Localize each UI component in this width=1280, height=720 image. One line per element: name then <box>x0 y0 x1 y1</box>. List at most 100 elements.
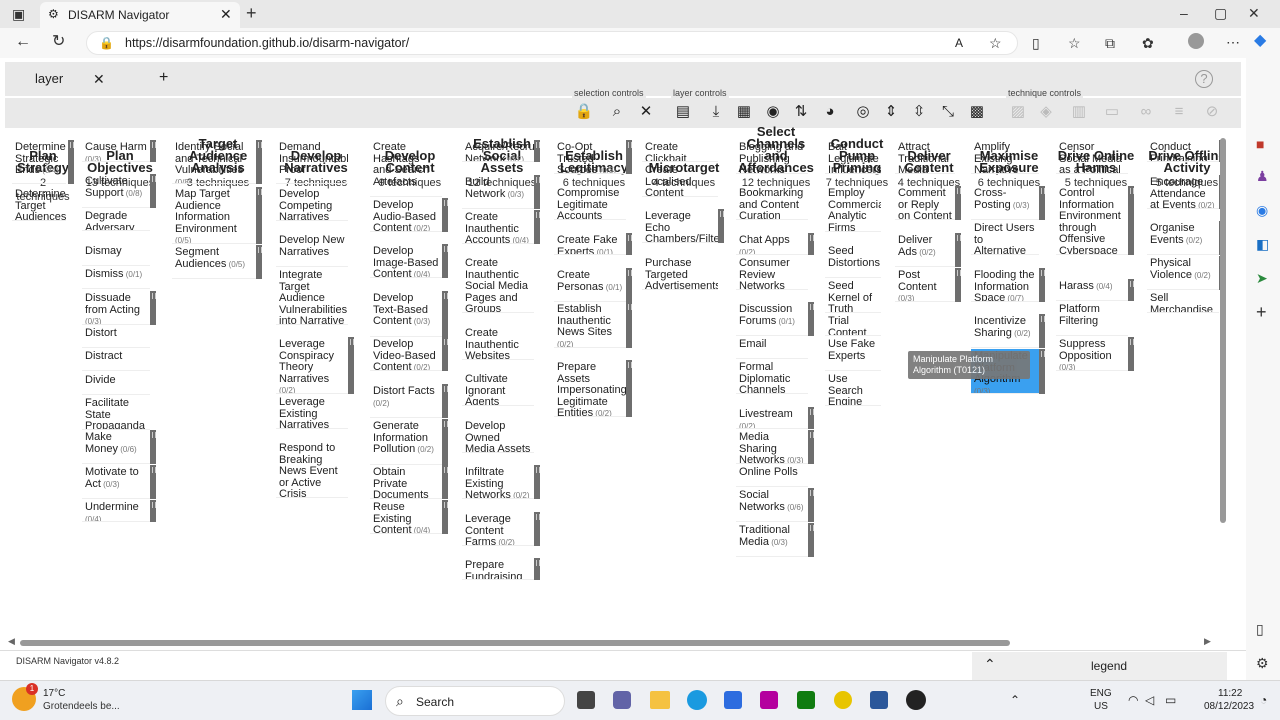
technique-cell[interactable]: Amplify Existing Narrative <box>971 140 1039 174</box>
tab-actions-icon[interactable]: ▣ <box>12 6 25 22</box>
technique-cell[interactable]: Suppress Opposition (0/3) <box>1056 337 1128 371</box>
scroll-left-icon[interactable]: ◀ <box>8 636 15 647</box>
technique-cell[interactable]: Consumer Review Networks <box>736 256 808 290</box>
subtechnique-toggle[interactable] <box>626 233 632 255</box>
subtechnique-toggle[interactable] <box>1039 268 1045 302</box>
technique-cell[interactable]: Distort <box>82 326 150 348</box>
subtechnique-toggle[interactable] <box>1039 349 1045 394</box>
subtechnique-toggle[interactable] <box>256 187 262 244</box>
technique-cell[interactable]: Create Personas (0/1) <box>554 268 626 302</box>
technique-cell[interactable]: Use Search Engine Optimisation <box>825 372 881 406</box>
technique-cell[interactable]: Attract Traditional Media <box>895 140 955 174</box>
technique-cell[interactable]: Dissuade from Acting (0/3) <box>82 291 150 325</box>
technique-cell[interactable]: Create Inauthentic Social Media Pages an… <box>462 256 534 313</box>
lang-2[interactable]: US <box>1094 701 1108 712</box>
technique-cell[interactable]: Incentivize Sharing (0/2) <box>971 314 1039 348</box>
technique-cell[interactable]: Leverage Conspiracy Theory Narratives (0… <box>276 337 348 394</box>
technique-cell[interactable]: Obtain Private Documents (0/3) <box>370 465 442 499</box>
subtechnique-toggle[interactable] <box>626 360 632 417</box>
technique-cell[interactable]: Determine Target Audiences <box>12 187 66 221</box>
technique-cell[interactable]: Control Information Environment through … <box>1056 186 1128 255</box>
scroll-right-icon[interactable]: ▶ <box>1204 636 1211 647</box>
volume-icon[interactable]: ◁ <box>1145 693 1154 707</box>
sidebar-tools-icon[interactable]: ■ <box>1256 136 1264 152</box>
battery-icon[interactable]: ▭ <box>1165 693 1176 707</box>
sidebar-add-icon[interactable]: + <box>1256 303 1267 321</box>
technique-cell[interactable]: Media Sharing Networks (0/3) <box>736 430 808 464</box>
layer-tab[interactable]: layer ✕ <box>5 62 135 96</box>
disable-technique-icon[interactable]: ▨ <box>1008 101 1028 123</box>
subtechnique-toggle[interactable] <box>534 210 540 244</box>
technique-cell[interactable]: Infiltrate Existing Networks (0/2) <box>462 465 534 499</box>
technique-cell[interactable]: Respond to Breaking News Event or Active… <box>276 441 348 498</box>
technique-cell[interactable]: Undermine (0/4) <box>82 500 150 522</box>
subtechnique-toggle[interactable] <box>534 465 540 499</box>
subtechnique-toggle[interactable] <box>150 465 156 499</box>
technique-cell[interactable]: Leverage Echo Chambers/Filter Bubbles (0… <box>642 209 718 243</box>
subtechnique-toggle[interactable] <box>534 140 540 162</box>
sidebar-office-icon[interactable]: ◉ <box>1256 202 1268 218</box>
subtechnique-toggle[interactable] <box>1039 186 1045 220</box>
close-tab-icon[interactable]: ✕ <box>220 6 232 23</box>
vertical-scrollbar[interactable] <box>1220 138 1226 523</box>
app-icon-yellow[interactable] <box>834 691 852 709</box>
technique-cell[interactable]: Create Clickbait <box>642 140 718 162</box>
technique-cell[interactable]: Discussion Forums (0/1) <box>736 302 808 336</box>
technique-cell[interactable]: Compromise Legitimate Accounts <box>554 186 626 220</box>
subtechnique-toggle[interactable] <box>626 302 632 348</box>
file-explorer-icon[interactable] <box>650 691 670 709</box>
technique-cell[interactable]: Cross-Posting (0/3) <box>971 186 1039 220</box>
subtechnique-toggle[interactable] <box>534 512 540 546</box>
more-menu-icon[interactable]: ⋯ <box>1226 34 1240 50</box>
subtechnique-toggle[interactable] <box>808 302 814 336</box>
search-icon[interactable]: ⌕ <box>607 101 627 123</box>
help-icon[interactable]: ? <box>1195 70 1213 88</box>
technique-cell[interactable]: Conduct Fundraising (0/4) <box>1147 140 1219 162</box>
technique-cell[interactable]: Create Inauthentic Websites <box>462 326 534 360</box>
legend-bar[interactable]: ⌃ legend <box>972 652 1227 680</box>
sidebar-settings-icon[interactable]: ⚙ <box>1256 655 1269 671</box>
technique-cell[interactable]: Trial Content <box>825 314 881 336</box>
technique-cell[interactable]: Use Fake Experts <box>825 337 881 371</box>
subtechnique-toggle[interactable] <box>442 198 448 232</box>
technique-cell[interactable]: Platform Filtering <box>1056 302 1128 336</box>
clock-date[interactable]: 08/12/2023 <box>1204 701 1254 712</box>
render-svg-icon[interactable]: ◉ <box>763 101 783 123</box>
technique-cell[interactable]: Establish Inauthentic News Sites (0/2) <box>554 302 626 348</box>
new-layer-icon[interactable]: + <box>159 69 168 87</box>
technique-cell[interactable]: Segment Audiences (0/5) <box>172 245 256 279</box>
export-excel-icon[interactable]: ▦ <box>734 101 754 123</box>
subtechnique-toggle[interactable] <box>534 175 540 209</box>
horizontal-scrollbar[interactable] <box>20 640 1010 646</box>
subtechnique-toggle[interactable] <box>955 186 961 220</box>
split-screen-icon[interactable]: ▯ <box>1032 35 1040 51</box>
task-view-icon[interactable] <box>577 691 595 709</box>
subtechnique-toggle[interactable] <box>808 430 814 464</box>
subtechnique-toggle[interactable] <box>150 291 156 325</box>
maximize-icon[interactable]: ▢ <box>1214 5 1227 21</box>
subtechnique-toggle[interactable] <box>442 244 448 278</box>
technique-cell[interactable]: Develop Image-Based Content (0/4) <box>370 244 442 278</box>
technique-cell[interactable]: Develop Audio-Based Content (0/2) <box>370 198 442 232</box>
technique-cell[interactable]: Post Content (0/3) <box>895 268 955 302</box>
technique-cell[interactable]: Co-Opt Trusted Sources (0/3) <box>554 140 626 174</box>
technique-cell[interactable]: Create Fake Experts (0/1) <box>554 233 626 255</box>
subtechnique-toggle[interactable] <box>808 407 814 429</box>
word-icon[interactable] <box>870 691 888 709</box>
subtechnique-toggle[interactable] <box>626 140 632 174</box>
technique-cell[interactable]: Seed Kernel of Truth <box>825 279 881 313</box>
collapse-all-icon[interactable]: ⤡ <box>938 101 958 123</box>
close-layer-icon[interactable]: ✕ <box>93 62 105 96</box>
technique-cell[interactable]: Cultivate Support (0/8) <box>82 174 150 208</box>
layer-info-icon[interactable]: ▤ <box>673 101 693 123</box>
profile-avatar[interactable] <box>1188 33 1204 49</box>
technique-cell[interactable]: Comment or Reply on Content (0/1) <box>895 186 955 220</box>
technique-cell[interactable]: Traditional Media (0/3) <box>736 523 808 557</box>
technique-cell[interactable]: Prepare Assets Impersonating Legitimate … <box>554 360 626 417</box>
store-icon[interactable] <box>724 691 742 709</box>
lang-1[interactable]: ENG <box>1090 688 1112 699</box>
technique-cell[interactable]: Generate Information Pollution (0/2) <box>370 419 442 465</box>
technique-cell[interactable]: Determine Strategic Ends (0/4) <box>12 140 66 184</box>
technique-cell[interactable]: Sell Merchandise <box>1147 291 1219 313</box>
technique-cell[interactable]: Develop New Narratives <box>276 233 348 267</box>
